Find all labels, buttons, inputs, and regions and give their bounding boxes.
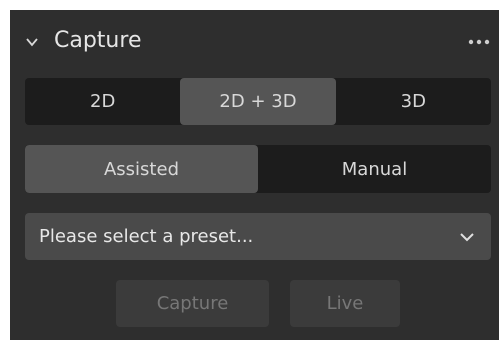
preset-dropdown-text: Please select a preset... bbox=[39, 226, 254, 247]
chevron-down-icon[interactable] bbox=[25, 35, 39, 49]
mode-option-2d-3d[interactable]: 2D + 3D bbox=[180, 78, 336, 125]
capture-button[interactable]: Capture bbox=[116, 280, 269, 327]
assist-option-assisted[interactable]: Assisted bbox=[25, 145, 258, 193]
capture-panel: Capture 2D 2D + 3D 3D Assisted Manual Pl… bbox=[10, 10, 499, 340]
assist-option-manual[interactable]: Manual bbox=[258, 145, 491, 193]
capture-mode-selector: 2D 2D + 3D 3D bbox=[25, 78, 491, 125]
panel-title: Capture bbox=[54, 28, 142, 53]
panel-header[interactable]: Capture bbox=[10, 10, 499, 70]
mode-option-2d[interactable]: 2D bbox=[25, 78, 180, 125]
preset-dropdown[interactable]: Please select a preset... bbox=[25, 213, 491, 260]
assist-mode-selector: Assisted Manual bbox=[25, 145, 491, 193]
more-options-icon[interactable] bbox=[467, 39, 491, 45]
chevron-down-icon bbox=[460, 233, 474, 242]
mode-option-3d[interactable]: 3D bbox=[336, 78, 491, 125]
live-button[interactable]: Live bbox=[290, 280, 400, 327]
